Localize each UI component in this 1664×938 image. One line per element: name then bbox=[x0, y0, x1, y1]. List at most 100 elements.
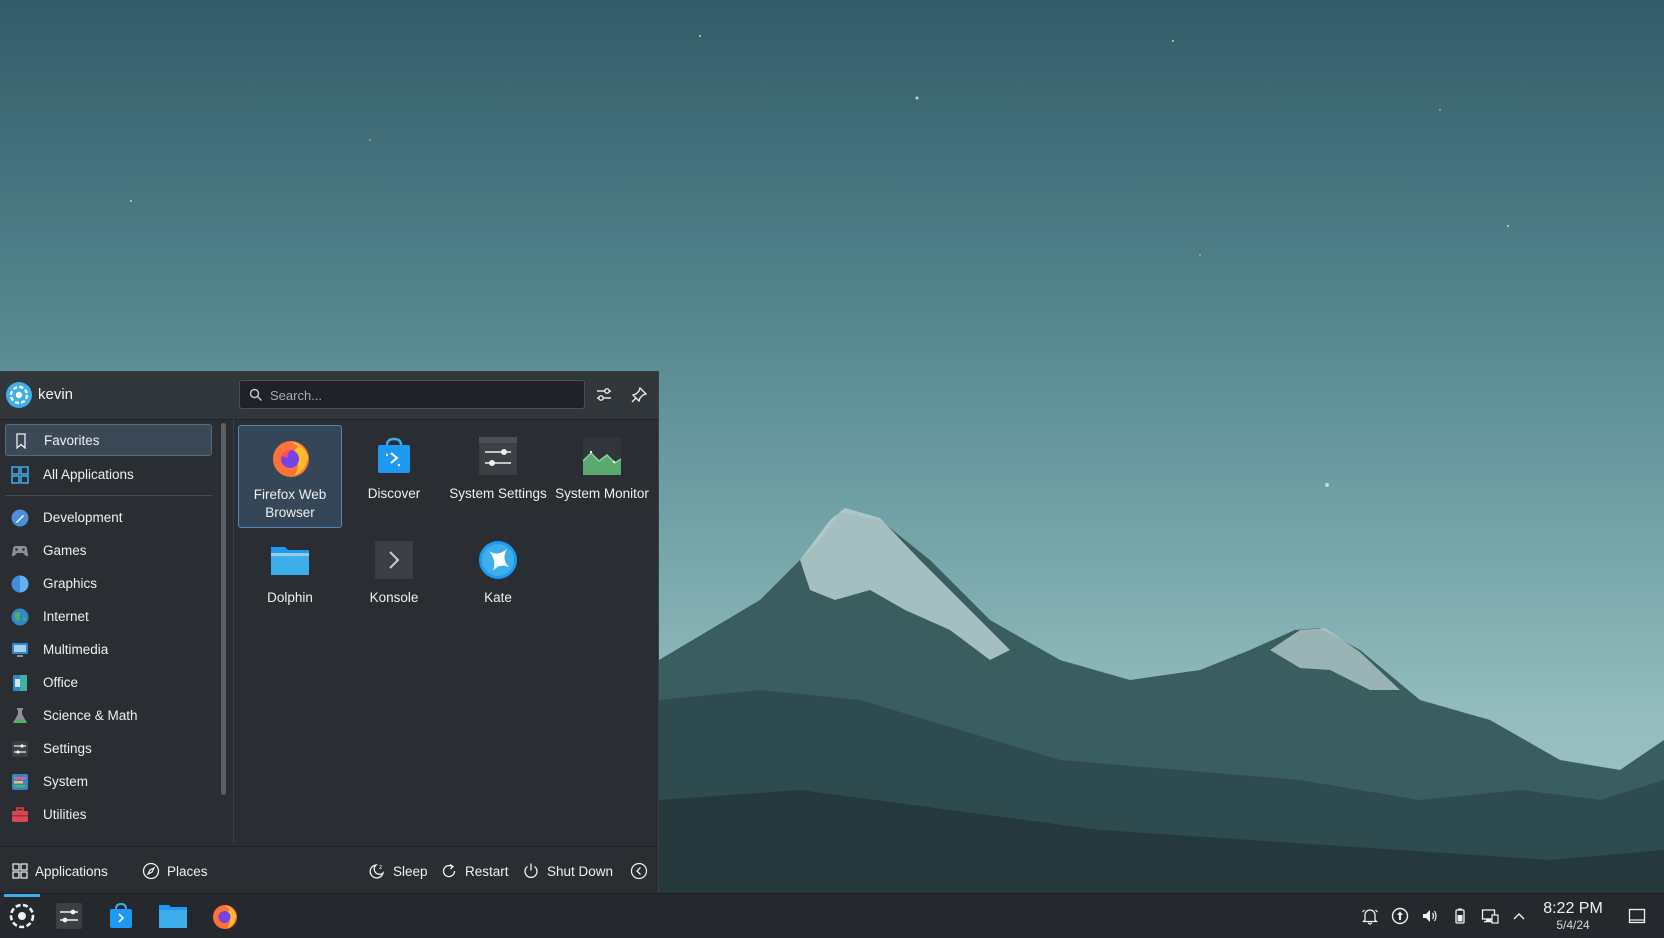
sidebar-item-multimedia[interactable]: Multimedia bbox=[5, 634, 212, 666]
sidebar-item-favorites[interactable]: Favorites bbox=[5, 424, 212, 456]
username: kevin bbox=[38, 386, 74, 403]
app-discover[interactable]: Discover bbox=[342, 425, 446, 528]
avatar[interactable] bbox=[5, 381, 33, 409]
tab-label: Applications bbox=[35, 863, 108, 879]
app-system-settings[interactable]: System Settings bbox=[446, 425, 550, 528]
tray-battery[interactable] bbox=[1451, 907, 1469, 925]
discover-icon bbox=[378, 437, 410, 473]
system-icon bbox=[12, 774, 28, 790]
search-field[interactable] bbox=[239, 380, 585, 409]
sidebar-item-office[interactable]: Office bbox=[5, 667, 212, 699]
sidebar-item-label: Development bbox=[43, 510, 123, 525]
compass-icon bbox=[142, 862, 160, 880]
tab-places[interactable]: Places bbox=[142, 861, 208, 881]
app-dolphin[interactable]: Dolphin bbox=[238, 529, 342, 632]
app-kate[interactable]: Kate bbox=[446, 529, 550, 632]
sidebar-item-label: Science & Math bbox=[43, 708, 138, 723]
sidebar-item-all-applications[interactable]: All Applications bbox=[5, 459, 212, 491]
notifications-icon bbox=[1361, 909, 1379, 925]
tab-applications[interactable]: Applications bbox=[12, 861, 108, 881]
sidebar-item-games[interactable]: Games bbox=[5, 535, 212, 567]
app-label: Dolphin bbox=[267, 590, 313, 605]
application-launcher: kevin Search... Favorites All Applicatio… bbox=[0, 371, 659, 894]
sidebar-scrollbar[interactable] bbox=[221, 423, 226, 795]
app-label: Firefox Web Browser bbox=[253, 487, 327, 520]
system-settings-icon bbox=[56, 903, 82, 929]
search-input[interactable] bbox=[268, 384, 572, 407]
sidebar-item-label: Utilities bbox=[43, 807, 87, 822]
sidebar-item-label: Multimedia bbox=[43, 642, 109, 657]
science-icon bbox=[13, 708, 27, 723]
configure-button[interactable] bbox=[592, 383, 616, 407]
more-session-button[interactable] bbox=[630, 861, 655, 881]
tray-notifications[interactable] bbox=[1361, 907, 1379, 925]
clock-date[interactable]: 5/4/24 bbox=[1540, 918, 1606, 932]
folder-icon bbox=[271, 547, 309, 575]
taskbar-firefox[interactable] bbox=[209, 900, 241, 932]
kickoff-active-indicator bbox=[4, 894, 40, 897]
sleep-button[interactable]: z Sleep bbox=[368, 861, 428, 881]
launcher-footer: Applications Places z Sleep Restart Shut… bbox=[0, 846, 658, 894]
show-desktop-button[interactable] bbox=[1628, 907, 1646, 925]
category-sidebar: Favorites All Applications Development G… bbox=[0, 419, 219, 844]
graphics-icon bbox=[11, 575, 29, 593]
sidebar-item-label: Favorites bbox=[44, 433, 100, 448]
taskbar-system-settings[interactable] bbox=[53, 900, 85, 932]
app-label: Kate bbox=[484, 590, 512, 605]
kickoff-button[interactable] bbox=[6, 900, 38, 932]
sidebar-item-internet[interactable]: Internet bbox=[5, 601, 212, 633]
taskbar-dolphin[interactable] bbox=[157, 900, 189, 932]
sidebar-item-utilities[interactable]: Utilities bbox=[5, 799, 212, 831]
shutdown-button[interactable]: Shut Down bbox=[522, 861, 613, 881]
tray-expand-icon bbox=[1513, 913, 1525, 920]
sleep-icon: z bbox=[369, 864, 385, 879]
sidebar-item-science-math[interactable]: Science & Math bbox=[5, 700, 212, 732]
sidebar-item-label: Office bbox=[43, 675, 79, 690]
bookmark-icon bbox=[16, 433, 26, 450]
sidebar-item-settings[interactable]: Settings bbox=[5, 733, 212, 765]
sidebar-item-label: All Applications bbox=[43, 467, 134, 482]
all-apps-grid-icon bbox=[11, 466, 29, 484]
tab-label: Places bbox=[167, 863, 208, 879]
button-label: Sleep bbox=[393, 863, 428, 879]
multimedia-icon bbox=[12, 643, 28, 657]
taskbar-discover[interactable] bbox=[105, 900, 137, 932]
app-konsole[interactable]: Konsole bbox=[342, 529, 446, 632]
sidebar-item-label: System bbox=[43, 774, 89, 789]
clock-time[interactable]: 8:22 PM bbox=[1540, 900, 1606, 918]
app-system-monitor[interactable]: System Monitor bbox=[550, 425, 654, 528]
app-label: Discover bbox=[367, 486, 421, 501]
launcher-header: kevin bbox=[0, 372, 658, 420]
kickoff-icon bbox=[9, 903, 35, 929]
toolbox-icon bbox=[12, 807, 28, 822]
pin-button[interactable] bbox=[627, 383, 651, 407]
volume-icon bbox=[1423, 910, 1437, 922]
app-label: System Monitor bbox=[555, 486, 649, 501]
office-icon bbox=[13, 675, 27, 691]
power-icon bbox=[524, 863, 538, 878]
tray-network[interactable] bbox=[1481, 907, 1499, 925]
chevron-left-circle-icon bbox=[630, 862, 648, 880]
sidebar-item-graphics[interactable]: Graphics bbox=[5, 568, 212, 600]
globe-icon bbox=[11, 608, 29, 626]
favorites-grid: Firefox Web Browser Discover System Sett… bbox=[236, 419, 658, 844]
pin-icon bbox=[631, 386, 648, 403]
firefox-icon bbox=[213, 905, 237, 929]
app-firefox[interactable]: Firefox Web Browser bbox=[238, 425, 342, 528]
kate-icon bbox=[479, 541, 517, 579]
battery-icon bbox=[1455, 908, 1465, 924]
svg-text:z: z bbox=[379, 864, 382, 871]
search-icon bbox=[249, 388, 262, 401]
updates-icon bbox=[1391, 907, 1409, 925]
discover-icon bbox=[110, 902, 132, 928]
sidebar-item-label: Games bbox=[43, 543, 87, 558]
sidebar-item-development[interactable]: Development bbox=[5, 502, 212, 534]
tray-volume[interactable] bbox=[1421, 907, 1439, 925]
restart-button[interactable]: Restart bbox=[440, 861, 509, 881]
tray-updates[interactable] bbox=[1391, 907, 1409, 925]
applications-grid-icon bbox=[12, 863, 28, 879]
tray-expand-button[interactable] bbox=[1510, 907, 1528, 925]
sliders-icon bbox=[597, 388, 611, 401]
sidebar-item-label: Graphics bbox=[43, 576, 98, 591]
sidebar-item-system[interactable]: System bbox=[5, 766, 212, 798]
